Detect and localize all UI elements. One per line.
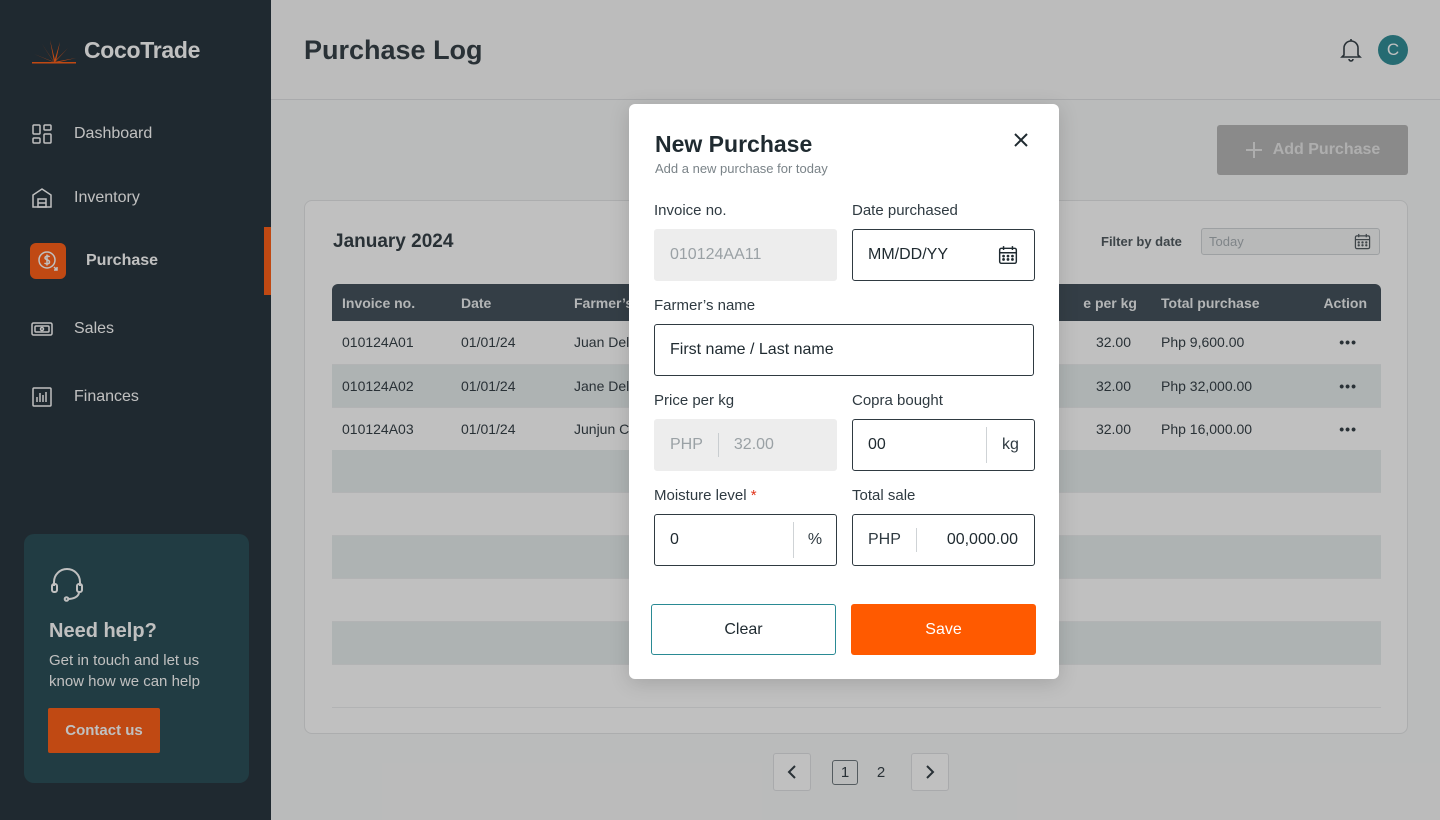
price-per-kg-field: PHP 32.00 <box>654 419 837 471</box>
farmer-name-input[interactable]: First name / Last name <box>654 324 1034 376</box>
date-label: Date purchased <box>852 202 958 219</box>
moisture-value: 0 <box>670 531 679 548</box>
invoice-label: Invoice no. <box>654 202 727 219</box>
total-sale-label: Total sale <box>852 487 916 504</box>
moisture-level-input[interactable]: 0 % <box>654 514 837 566</box>
close-modal-button[interactable] <box>1011 130 1031 150</box>
farmer-label: Farmer’s name <box>654 297 756 314</box>
total-sale-field: PHP 00,000.00 <box>852 514 1035 566</box>
invoice-value: 010124AA11 <box>670 246 762 263</box>
farmer-placeholder: First name / Last name <box>670 341 834 358</box>
moisture-label: Moisture level * <box>654 487 757 504</box>
modal-title: New Purchase <box>655 131 813 157</box>
invoice-field: 010124AA11 <box>654 229 837 281</box>
price-value: 32.00 <box>733 436 774 453</box>
copra-unit: kg <box>986 427 1034 463</box>
close-icon <box>1014 133 1028 147</box>
clear-button[interactable]: Clear <box>651 604 836 655</box>
save-button[interactable]: Save <box>851 604 1036 655</box>
required-marker: * <box>750 487 757 504</box>
calendar-icon[interactable] <box>998 245 1018 265</box>
copra-label: Copra bought <box>852 392 943 409</box>
date-placeholder: MM/DD/YY <box>868 246 948 263</box>
date-purchased-input[interactable]: MM/DD/YY <box>852 229 1035 281</box>
new-purchase-modal: New Purchase Add a new purchase for toda… <box>629 104 1059 679</box>
copra-value: 00 <box>868 436 886 453</box>
moisture-label-text: Moisture level <box>654 487 747 504</box>
copra-bought-input[interactable]: 00 kg <box>852 419 1035 471</box>
moisture-unit: % <box>793 522 836 558</box>
price-label: Price per kg <box>654 392 735 409</box>
total-value: 00,000.00 <box>946 531 1018 548</box>
modal-subtitle: Add a new purchase for today <box>655 161 828 176</box>
price-currency: PHP <box>655 433 719 457</box>
total-currency: PHP <box>853 528 917 552</box>
